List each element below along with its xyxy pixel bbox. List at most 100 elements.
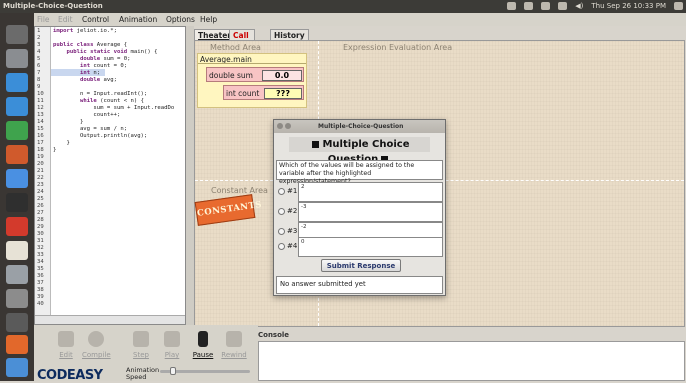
code-line: count++; [53,112,121,118]
bluetooth-icon[interactable] [541,2,551,10]
document-icon[interactable] [6,97,28,116]
line-number: 2 [37,35,41,41]
tab-history[interactable]: History [270,29,309,40]
line-number: 40 [37,301,44,307]
play-button[interactable]: Play [158,331,186,365]
step-button[interactable]: Step [127,331,155,365]
app-icon[interactable] [6,193,28,212]
variable-count: int count ??? [223,85,304,100]
workspace-icon[interactable] [6,289,28,308]
line-number: 20 [37,161,44,167]
code-line: } [53,119,84,125]
question-heading: Multiple Choice Question [289,137,430,165]
code-line: avg = sum / n; [53,126,128,132]
line-number: 38 [37,287,44,293]
dropbox-icon[interactable] [507,2,517,10]
clock[interactable]: Thu Sep 26 10:33 PM [591,2,666,10]
code-line: public class Average { [53,42,128,48]
compile-icon [88,331,104,347]
submit-response-button[interactable]: Submit Response [321,259,401,272]
option-value[interactable]: 0 [298,237,443,257]
menu-bar: File Edit Control Animation Options Help [34,13,686,26]
line-number: 22 [37,175,44,181]
line-number: 3 [37,42,41,48]
code-editor[interactable]: 1 2 3 4 5 6 7 8 9 10 11 12 13 14 15 16 17 18 19 20 21 22 23 24 2… [34,26,186,325]
rewind-button[interactable]: Rewind [220,331,248,365]
ubuntu-software-icon[interactable] [6,335,28,354]
chrome-icon[interactable] [6,169,28,188]
constant-area-label: Constant Area [211,186,268,195]
close-icon[interactable] [277,123,283,129]
radio-button[interactable] [278,243,285,250]
network-icon[interactable] [558,2,568,10]
code-line: double avg; [79,77,118,83]
menu-options[interactable]: Options [166,15,195,24]
line-number: 31 [37,238,44,244]
line-number: 17 [37,140,44,146]
filezilla-icon[interactable] [6,217,28,236]
line-number: 18 [37,147,44,153]
console-output[interactable] [258,341,685,381]
editor-icon[interactable] [6,241,28,260]
option-number: #4 [287,242,298,250]
animation-controls: Edit Compile Step Play Pause Rewind CODE… [34,325,258,383]
volume-icon[interactable]: ◀) [575,2,583,10]
system-tray: ◀) Thu Sep 26 10:33 PM [507,2,683,10]
slider-knob[interactable] [170,367,176,375]
radio-button[interactable] [278,188,285,195]
session-icon[interactable] [674,2,683,10]
battery-icon[interactable] [524,2,534,10]
speed-slider[interactable] [160,367,250,375]
pause-button[interactable]: Pause [189,331,217,365]
line-number: 6 [37,63,41,69]
code-line: Output.println(avg); [53,133,148,139]
horizontal-scrollbar[interactable] [35,315,185,324]
speed-label: Animation Speed [126,367,159,381]
option-value[interactable]: -3 [298,202,443,222]
minimize-icon[interactable] [285,123,291,129]
terminal-icon[interactable] [6,265,28,284]
option-4[interactable]: #4 0 [276,237,443,257]
menu-file[interactable]: File [37,15,50,24]
radio-button[interactable] [278,228,285,235]
console-label: Console [258,331,290,339]
splitter[interactable] [186,26,194,325]
dialog-title: Multiple-Choice-Question [318,123,404,130]
line-number: 15 [37,126,44,132]
method-frame: Average.main double sum 0.0 int count ??… [197,53,307,108]
multiple-choice-dialog: Multiple-Choice-Question Multiple Choice… [273,119,446,296]
menu-help[interactable]: Help [200,15,217,24]
radio-button[interactable] [278,208,285,215]
line-number: 24 [37,189,44,195]
code-line: sum = sum + Input.readDo [53,105,175,111]
line-number: 25 [37,196,44,202]
code-line: int n; [79,70,101,76]
dialog-titlebar[interactable]: Multiple-Choice-Question [274,120,445,133]
option-2[interactable]: #2 -3 [276,202,443,222]
edit-button[interactable]: Edit [52,331,80,365]
impress-icon[interactable] [6,145,28,164]
dash-icon[interactable] [6,25,28,44]
line-number: 14 [37,119,44,125]
option-1[interactable]: #1 2 [276,182,443,202]
line-number: 19 [37,154,44,160]
line-number: 39 [37,294,44,300]
menu-control[interactable]: Control [82,15,109,24]
step-icon [133,331,149,347]
calc-icon[interactable] [6,121,28,140]
disk-icon[interactable] [6,313,28,332]
option-value[interactable]: 2 [298,182,443,202]
launcher [0,13,34,381]
menu-edit[interactable]: Edit [58,15,73,24]
pause-icon [198,331,208,347]
tab-call-tree[interactable]: Call Tree [229,29,256,49]
app2-icon[interactable] [6,358,28,377]
speed-text: Speed [126,373,147,381]
menu-animation[interactable]: Animation [119,15,157,24]
compile-label: Compile [82,351,111,359]
files-icon[interactable] [6,49,28,68]
expression-area-label: Expression Evaluation Area [343,43,453,52]
line-number: 4 [37,49,41,55]
writer-icon[interactable] [6,73,28,92]
compile-button[interactable]: Compile [82,331,111,365]
